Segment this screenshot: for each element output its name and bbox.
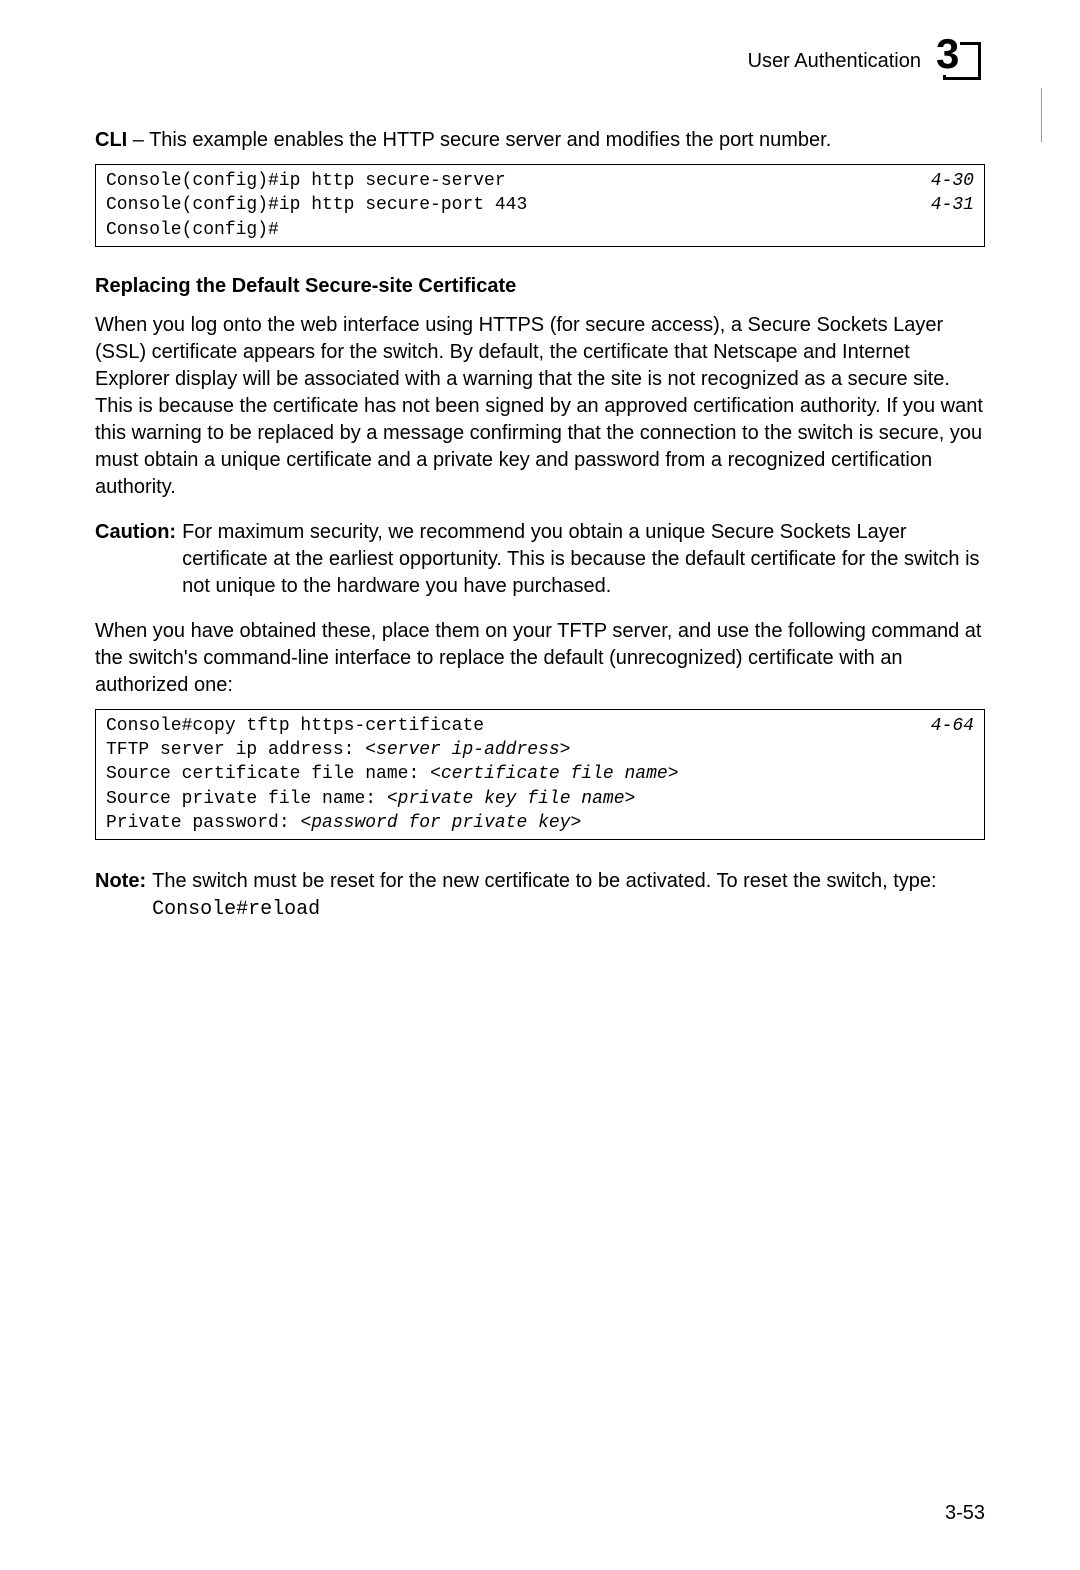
code-text: Console(config)#ip http secure-port 443: [106, 193, 527, 217]
code-row: Console(config)#: [106, 218, 974, 242]
cli-intro: CLI – This example enables the HTTP secu…: [95, 127, 985, 154]
chapter-number: 3: [935, 33, 960, 75]
code-row: TFTP server ip address: <server ip-addre…: [106, 738, 974, 762]
code-ref: 4-30: [931, 169, 974, 193]
caution-block: Caution: For maximum security, we recomm…: [95, 519, 985, 600]
code-row: Console(config)#ip http secure-port 443 …: [106, 193, 974, 217]
note-block: Note: The switch must be reset for the n…: [95, 868, 985, 923]
code-text: Private password: <password for private …: [106, 811, 581, 835]
note-text: The switch must be reset for the new cer…: [152, 868, 985, 923]
cli-intro-text: – This example enables the HTTP secure s…: [127, 129, 831, 151]
chapter-badge: 3: [933, 35, 985, 87]
code-row: Source private file name: <private key f…: [106, 787, 974, 811]
cli-label: CLI: [95, 129, 127, 151]
code-row: Private password: <password for private …: [106, 811, 974, 835]
code-text: Source certificate file name: <certifica…: [106, 762, 679, 786]
code-text: TFTP server ip address: <server ip-addre…: [106, 738, 570, 762]
caution-text: For maximum security, we recommend you o…: [182, 519, 985, 600]
note-label: Note:: [95, 868, 152, 923]
subheading: Replacing the Default Secure-site Certif…: [95, 275, 985, 298]
caution-label: Caution:: [95, 519, 182, 600]
code-row: Source certificate file name: <certifica…: [106, 762, 974, 786]
code-text: Console(config)#ip http secure-server: [106, 169, 506, 193]
paragraph-1: When you log onto the web interface usin…: [95, 312, 985, 501]
code-row: Console(config)#ip http secure-server 4-…: [106, 169, 974, 193]
code-ref: 4-31: [931, 193, 974, 217]
code-block-1: Console(config)#ip http secure-server 4-…: [95, 164, 985, 247]
inline-code: Console#reload: [152, 898, 320, 921]
page-header: User Authentication 3: [95, 35, 985, 87]
header-section-title: User Authentication: [748, 50, 921, 73]
code-text: Console#copy tftp https-certificate: [106, 714, 484, 738]
code-text: Source private file name: <private key f…: [106, 787, 635, 811]
header-divider: [1041, 88, 1042, 142]
code-block-2: Console#copy tftp https-certificate 4-64…: [95, 709, 985, 840]
code-row: Console#copy tftp https-certificate 4-64: [106, 714, 974, 738]
paragraph-2: When you have obtained these, place them…: [95, 618, 985, 699]
code-ref: 4-64: [931, 714, 974, 738]
code-text: Console(config)#: [106, 218, 279, 242]
page-number: 3-53: [945, 1502, 985, 1525]
